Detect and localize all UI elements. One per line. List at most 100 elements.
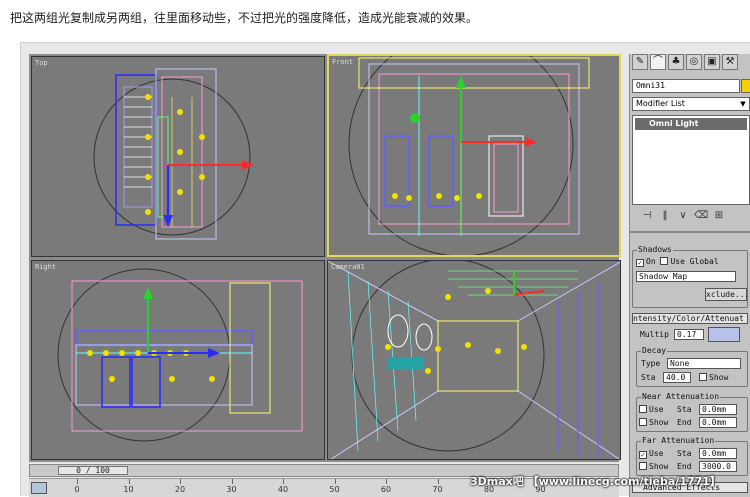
command-panel-tabs: ✎ ⌒ ♣ ◎ ▣ ⚒	[632, 54, 750, 72]
command-panel: ✎ ⌒ ♣ ◎ ▣ ⚒ Omni31 Modifier List ▼ Omni L…	[629, 54, 750, 497]
track-tick	[283, 479, 284, 484]
track-tick	[180, 479, 181, 484]
far-start-input[interactable]: 0.0mm	[699, 448, 737, 459]
exclude-button[interactable]: xclude...	[705, 288, 749, 301]
shadow-type-dropdown[interactable]: Shadow Map	[636, 271, 736, 282]
far-attenuation-group: Far Attenuation ✓ Use Show Sta 0.0mm End …	[636, 436, 748, 476]
key-mode-icon[interactable]	[31, 482, 47, 494]
top-view-wireframe	[93, 68, 254, 240]
near-start-label: Sta	[677, 405, 692, 414]
far-start-label: Sta	[677, 449, 692, 458]
decay-show-label: Show	[709, 373, 729, 382]
far-show-label: Show	[649, 462, 669, 471]
track-tick-label: 40	[277, 485, 289, 494]
stack-item-omni-light[interactable]: Omni Light	[635, 118, 747, 130]
viewport-right[interactable]: Right	[31, 260, 325, 460]
modifier-list-dropdown[interactable]: Modifier List ▼	[632, 97, 750, 111]
far-use-checkbox[interactable]: ✓	[639, 451, 647, 459]
near-end-input[interactable]: 0.0mm	[699, 417, 737, 428]
track-tick	[128, 479, 130, 484]
decay-group: Decay Type None Sta 40.0 Show	[636, 346, 748, 387]
far-end-input[interactable]: 3000.0	[699, 461, 737, 472]
object-color-swatch[interactable]	[741, 79, 750, 93]
motion-tab-icon[interactable]: ◎	[686, 54, 702, 70]
far-use-row[interactable]: ✓ Use	[639, 449, 663, 459]
shadows-on-label: On	[646, 257, 656, 266]
track-tick	[77, 479, 78, 484]
watermark: 3Dmax吧 【www.linecg.com/tieba/1771】	[470, 475, 721, 488]
near-use-checkbox[interactable]	[639, 405, 647, 413]
track-tick-label: 70	[432, 485, 443, 494]
remove-modifier-icon[interactable]: ⌫	[694, 210, 708, 226]
pin-stack-icon[interactable]: ⊣	[640, 210, 654, 226]
time-slider[interactable]: 0 / 100	[58, 466, 128, 475]
decay-type-value: None	[670, 359, 690, 368]
track-tick	[386, 479, 387, 484]
multiplier-input[interactable]: 0.17	[674, 329, 704, 340]
viewport-camera-label[interactable]: Camera01	[331, 263, 365, 271]
near-attenuation-group: Near Attenuation Use Show Sta 0.0mm End …	[636, 392, 748, 432]
chevron-down-icon: ▼	[740, 100, 746, 108]
near-show-checkbox[interactable]	[639, 418, 647, 426]
track-tick	[334, 479, 336, 484]
shadow-type-value: Shadow Map	[639, 272, 688, 281]
near-show-row[interactable]: Show	[639, 418, 668, 428]
stack-toolbar: ⊣ ‖ ∨ ⌫ ⊞	[632, 210, 750, 226]
utilities-tab-icon[interactable]: ⚒	[722, 54, 738, 70]
track-tick	[437, 479, 439, 484]
near-end-label: End	[677, 418, 692, 427]
near-use-row[interactable]: Use	[639, 405, 663, 415]
caption-text: 把这两组光复制成另两组，往里面移动些，不过把光的强度降低，造成光能衰减的效果。	[10, 11, 479, 25]
track-tick-label: 10	[123, 485, 134, 494]
object-name-input[interactable]: Omni31	[632, 79, 740, 93]
modifier-list-label: Modifier List	[636, 99, 685, 108]
near-attenuation-title: Near Attenuation	[641, 392, 721, 402]
far-attenuation-title: Far Attenuation	[641, 436, 716, 446]
max-window: Top Front Right Camera01 0 / 100 0 10 20…	[20, 42, 750, 497]
panel-separator	[630, 231, 750, 233]
camera-view-wireframe	[328, 261, 620, 459]
far-show-checkbox[interactable]	[639, 462, 647, 470]
intensity-rollout-title[interactable]: ntensity/Color/Attenuat	[632, 313, 748, 324]
modify-tab-icon[interactable]: ⌒	[650, 54, 666, 70]
modifier-stack[interactable]: Omni Light	[632, 115, 750, 205]
far-end-label: End	[677, 462, 692, 471]
display-tab-icon[interactable]: ▣	[704, 54, 720, 70]
shadows-on-checkbox[interactable]: ✓	[636, 259, 644, 267]
decay-type-label: Type	[641, 359, 661, 368]
viewport-right-label[interactable]: Right	[35, 263, 56, 271]
viewport-camera[interactable]: Camera01	[327, 260, 621, 460]
show-end-result-icon[interactable]: ‖	[658, 210, 672, 226]
multiplier-label: Multip	[640, 330, 669, 339]
track-tick-label: 50	[329, 485, 340, 494]
viewport-top-label[interactable]: Top	[35, 59, 48, 67]
decay-start-label: Sta	[641, 373, 656, 382]
hierarchy-tab-icon[interactable]: ♣	[668, 54, 684, 70]
configure-sets-icon[interactable]: ⊞	[712, 210, 726, 226]
light-color-swatch[interactable]	[708, 327, 740, 342]
track-tick	[231, 479, 233, 484]
far-show-row[interactable]: Show	[639, 462, 668, 472]
viewport-front[interactable]: Front	[327, 54, 621, 257]
front-view-wireframe	[348, 56, 590, 255]
shadows-on-row[interactable]: ✓ On Use Global	[636, 257, 719, 267]
near-use-label: Use	[649, 405, 664, 414]
near-start-input[interactable]: 0.0mm	[699, 404, 737, 415]
decay-show-row[interactable]: Show	[699, 373, 728, 383]
use-global-checkbox[interactable]	[660, 257, 669, 265]
make-unique-icon[interactable]: ∨	[676, 210, 690, 226]
decay-title: Decay	[641, 346, 668, 356]
create-tab-icon[interactable]: ✎	[632, 54, 648, 70]
decay-type-dropdown[interactable]: None	[667, 358, 741, 369]
near-show-label: Show	[649, 418, 669, 427]
track-tick-label: 30	[226, 485, 237, 494]
far-use-label: Use	[649, 449, 664, 458]
viewport-area: Top Front Right Camera01	[29, 54, 621, 462]
decay-start-input[interactable]: 40.0	[663, 372, 691, 383]
shadows-title: Shadows	[637, 245, 673, 255]
track-tick-label: 60	[380, 485, 392, 494]
viewport-top[interactable]: Top	[31, 56, 325, 257]
viewport-front-label[interactable]: Front	[332, 58, 353, 66]
right-view-wireframe	[57, 268, 303, 442]
decay-show-checkbox[interactable]	[699, 373, 707, 381]
